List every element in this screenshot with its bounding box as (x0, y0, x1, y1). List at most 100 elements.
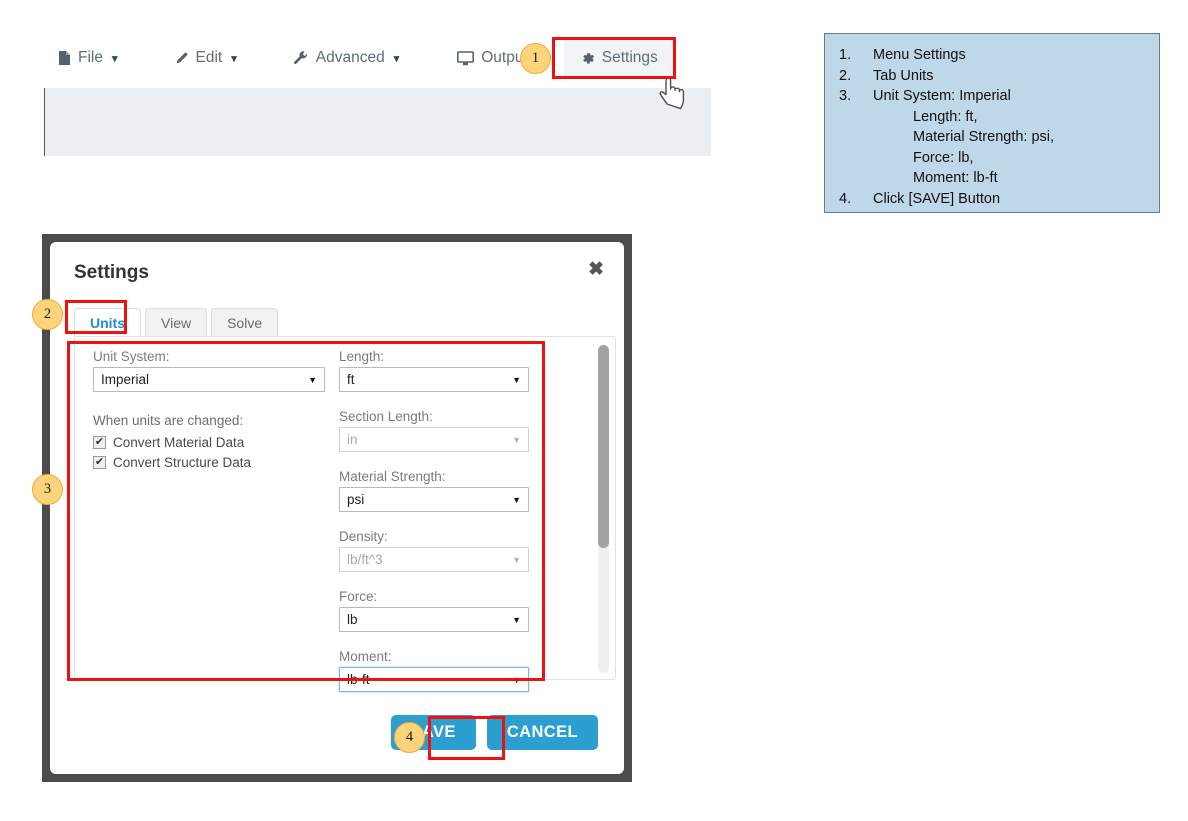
checkbox-convert-structure-data-label: Convert Structure Data (113, 455, 252, 470)
instruction-number: 3. (839, 88, 852, 104)
file-icon (58, 50, 71, 66)
step-badge-1-label: 1 (531, 50, 540, 66)
instruction-text: Length: ft, (913, 108, 978, 125)
chevron-down-icon: ▼ (512, 374, 521, 385)
density-select: lb/ft^3 ▼ (339, 547, 529, 572)
menu-item-file-label: File (78, 49, 103, 66)
force-label: Force: (339, 589, 378, 604)
screen-root: File ▾ Edit ▾ Advanced ▾ Output Settings… (0, 0, 1188, 821)
instruction-item: 4. Click [SAVE] Button (825, 189, 1159, 210)
step-badge-2-label: 2 (43, 306, 52, 322)
wrench-icon (293, 50, 309, 66)
panel-scrollbar-thumb[interactable] (598, 345, 609, 549)
moment-label: Moment: (339, 649, 392, 664)
tab-view-label: View (161, 315, 192, 331)
cancel-button[interactable]: CANCEL (486, 715, 598, 750)
instruction-text: Menu Settings (873, 47, 966, 63)
unit-system-select[interactable]: Imperial ▼ (93, 367, 325, 392)
chevron-down-icon: ▼ (308, 374, 317, 385)
field-force: Force: lb ▼ (339, 589, 529, 632)
tab-solve[interactable]: Solve (211, 308, 279, 337)
panel-scrollbar-track[interactable] (598, 345, 609, 673)
field-density: Density: lb/ft^3 ▼ (339, 529, 529, 572)
moment-value: lb-ft (347, 672, 370, 687)
instruction-text: Force: lb, (913, 149, 974, 166)
field-unit-system: Unit System: Imperial ▼ (93, 349, 325, 392)
tab-view[interactable]: View (145, 308, 208, 337)
field-section-length: Section Length: in ▼ (339, 409, 529, 452)
gear-icon (580, 51, 595, 66)
step-badge-1: 1 (520, 43, 551, 74)
chevron-down-icon: ▼ (512, 494, 521, 505)
moment-select[interactable]: lb-ft ▼ (339, 667, 529, 692)
instructions-panel: 1. Menu Settings 2. Tab Units 3. Unit Sy… (824, 33, 1160, 213)
step-badge-4-label: 4 (405, 729, 414, 745)
instruction-item: Force: lb, (825, 148, 1159, 169)
chevron-down-icon: ▾ (111, 52, 118, 65)
instruction-text: Material Strength: psi, (913, 129, 1055, 145)
menu-item-edit-label: Edit (195, 49, 223, 66)
instruction-item: Moment: lb-ft (825, 168, 1159, 189)
step-badge-3: 3 (32, 474, 63, 505)
checkbox-convert-material-data[interactable]: ✔ Convert Material Data (93, 435, 325, 450)
unit-system-label: Unit System: (93, 349, 170, 364)
unit-system-value: Imperial (101, 372, 150, 387)
chevron-down-icon: ▾ (231, 52, 237, 65)
pencil-icon (174, 51, 189, 66)
units-left-column: Unit System: Imperial ▼ When units are c… (93, 349, 325, 475)
dialog-tabs: Units View Solve (74, 308, 282, 337)
menu-item-edit[interactable]: Edit ▾ (160, 38, 251, 78)
instruction-item: Material Strength: psi, (825, 127, 1159, 148)
section-length-label: Section Length: (339, 409, 433, 424)
instruction-text: Click [SAVE] Button (873, 190, 1001, 207)
instruction-number: 1. (839, 47, 852, 63)
checkbox-icon: ✔ (93, 456, 106, 469)
instruction-item: 3. Unit System: Imperial (825, 86, 1159, 107)
section-length-value: in (347, 432, 358, 447)
menu-item-settings-label: Settings (601, 49, 658, 66)
force-select[interactable]: lb ▼ (339, 607, 529, 632)
field-material-strength: Material Strength: psi ▼ (339, 469, 529, 512)
settings-dialog-frame: Settings ✖ Units View Solve Unit System:… (42, 234, 632, 782)
chevron-down-icon: ▼ (512, 614, 521, 625)
dialog-title: Settings (74, 262, 149, 283)
instruction-item: Length: ft, (825, 107, 1159, 128)
density-value: lb/ft^3 (347, 552, 383, 567)
force-value: lb (347, 612, 358, 627)
settings-dialog: Settings ✖ Units View Solve Unit System:… (50, 242, 624, 774)
density-label: Density: (339, 529, 388, 544)
length-label: Length: (339, 349, 385, 364)
instruction-number: 4. (839, 190, 852, 207)
menu-item-advanced[interactable]: Advanced ▾ (279, 38, 413, 78)
chevron-down-icon: ▼ (512, 434, 521, 445)
material-strength-value: psi (347, 492, 365, 507)
chevron-down-icon: ▼ (512, 674, 521, 685)
step-badge-3-label: 3 (43, 481, 52, 497)
tab-units[interactable]: Units (74, 308, 141, 337)
menu-item-settings[interactable]: Settings (563, 38, 674, 78)
instruction-item: 2. Tab Units (825, 66, 1159, 87)
material-strength-label: Material Strength: (339, 469, 446, 484)
instruction-number: 2. (839, 67, 852, 84)
instruction-text: Unit System: Imperial (873, 88, 1011, 104)
length-value: ft (347, 372, 355, 387)
checkbox-convert-material-data-label: Convert Material Data (113, 435, 245, 450)
close-icon[interactable]: ✖ (588, 260, 604, 279)
checkbox-icon: ✔ (93, 436, 106, 449)
units-right-column: Length: ft ▼ Section Length: in ▼ Materi… (339, 349, 529, 709)
instruction-item: 1. Menu Settings (825, 45, 1159, 66)
when-units-changed-label: When units are changed: (93, 413, 244, 428)
field-moment: Moment: lb-ft ▼ (339, 649, 529, 692)
monitor-icon (457, 50, 475, 66)
material-strength-select[interactable]: psi ▼ (339, 487, 529, 512)
instruction-text: Moment: lb-ft (913, 170, 998, 186)
field-length: Length: ft ▼ (339, 349, 529, 392)
length-select[interactable]: ft ▼ (339, 367, 529, 392)
tab-solve-label: Solve (227, 315, 263, 331)
section-length-select: in ▼ (339, 427, 529, 452)
chevron-down-icon: ▼ (512, 554, 521, 565)
checkbox-convert-structure-data[interactable]: ✔ Convert Structure Data (93, 455, 325, 470)
chevron-down-icon: ▾ (393, 52, 400, 65)
menu-item-file[interactable]: File ▾ (44, 38, 132, 78)
tab-units-label: Units (90, 315, 125, 331)
